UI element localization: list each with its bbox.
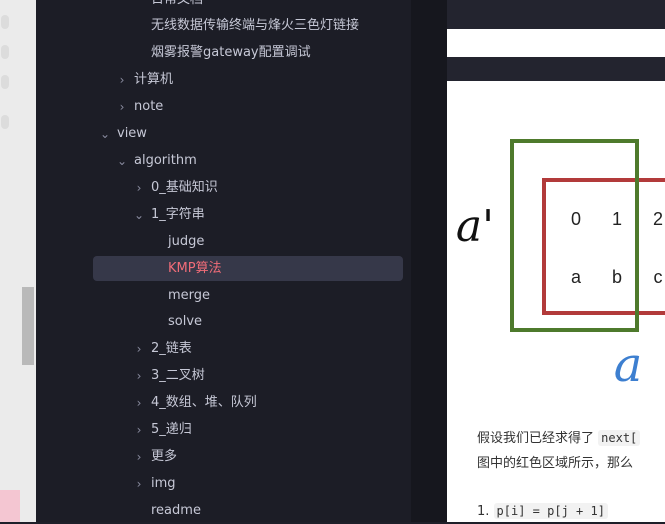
sidebar-item[interactable]: › 更多 (137, 444, 178, 470)
sidebar-item[interactable]: ⌄ view (100, 121, 147, 147)
chevron-right-icon[interactable]: › (133, 417, 145, 443)
panel-divider (411, 0, 447, 522)
handwritten-label-left: a' (456, 201, 494, 252)
chevron-down-icon[interactable]: ⌄ (133, 202, 145, 228)
sidebar-item[interactable]: › 2_链表 (137, 336, 192, 362)
chevron-right-icon[interactable]: › (133, 336, 145, 362)
left-panel-strip (0, 0, 36, 522)
sidebar-item[interactable]: 无线数据传输终端与烽火三色灯链接 (151, 13, 359, 39)
sidebar-item-label: note (134, 99, 164, 114)
green-box (510, 139, 639, 332)
sidebar-item-label: readme (151, 503, 201, 518)
sidebar-item-label: merge (168, 288, 211, 303)
sidebar-item-label: 3_二叉树 (151, 368, 205, 383)
sidebar-item[interactable]: merge (168, 283, 210, 309)
cell-r2c1: a (571, 267, 582, 287)
cell-r2c2: b (612, 267, 622, 287)
sidebar-item[interactable]: ⌄ algorithm (117, 148, 197, 174)
chevron-down-icon[interactable]: ⌄ (116, 148, 128, 174)
handwritten-label-bottom: a (614, 337, 643, 393)
sidebar-item[interactable]: ⌄ 1_字符串 (134, 202, 205, 228)
sidebar-item[interactable]: readme (151, 498, 201, 524)
chevron-right-icon[interactable]: › (133, 390, 145, 416)
page-top-strip (447, 29, 665, 57)
chevron-right-icon[interactable]: › (133, 363, 145, 389)
deco-glyph (1, 115, 9, 129)
sidebar-item-label: 无线数据传输终端与烽火三色灯链接 (151, 18, 360, 33)
paragraph-line-2: 图中的红色区域所示，那么 (477, 456, 634, 471)
watermark-logo (0, 490, 20, 522)
cell-r1c3: 2 (653, 209, 663, 229)
sidebar-item[interactable]: KMP算法 (168, 256, 222, 282)
inline-code: next[ (598, 430, 641, 446)
sidebar-item-label: algorithm (134, 153, 197, 168)
sidebar-item[interactable]: 烟雾报警gateway配置调试 (151, 40, 311, 66)
list-number: 1. (477, 504, 490, 519)
sidebar-item[interactable]: › note (120, 94, 164, 120)
cell-r1c2: 1 (612, 209, 622, 229)
document-page: 0 1 2 a b c a' a 假设我们已经求得了 next[ 图中的红色区域… (447, 81, 665, 522)
cell-r2c3: c (654, 267, 663, 287)
sidebar-item-label: 更多 (151, 449, 178, 464)
sidebar-item-label: 1_字符串 (151, 207, 205, 222)
para1-text: 假设我们已经求得了 (477, 431, 595, 446)
chevron-down-icon[interactable]: ⌄ (99, 121, 111, 147)
deco-glyph (1, 75, 9, 89)
chevron-right-icon[interactable]: › (133, 444, 145, 470)
sidebar-item[interactable]: › 3_二叉树 (137, 363, 205, 389)
chevron-right-icon[interactable]: › (116, 67, 128, 93)
sidebar-item-label: KMP算法 (168, 261, 222, 276)
sidebar-item-label: solve (168, 314, 203, 329)
sidebar-item-label: 日常文档 (151, 0, 203, 7)
sidebar-item-label: view (117, 126, 147, 141)
sidebar-item-label: 2_链表 (151, 341, 192, 356)
sidebar-item[interactable]: 日常文档 (151, 0, 203, 13)
chevron-right-icon[interactable]: › (133, 471, 145, 497)
chevron-right-icon[interactable]: › (133, 175, 145, 201)
deco-glyph (1, 15, 9, 29)
sidebar-item[interactable]: › 5_递归 (137, 417, 192, 443)
sidebar-item-label: 烟雾报警gateway配置调试 (151, 45, 311, 60)
list-code: p[i] = p[j + 1] (493, 503, 608, 519)
chevron-right-icon[interactable]: › (116, 94, 128, 120)
sidebar-item-label: 0_基础知识 (151, 180, 218, 195)
active-row-highlight (93, 256, 403, 281)
scrollbar-thumb[interactable] (22, 287, 34, 365)
sidebar-item[interactable]: › 计算机 (120, 67, 174, 93)
sidebar-item[interactable]: › img (137, 471, 176, 497)
sidebar-item[interactable]: › 0_基础知识 (137, 175, 218, 201)
document-view: 0 1 2 a b c a' a 假设我们已经求得了 next[ 图中的红色区域… (447, 0, 665, 522)
sidebar-item-label: img (151, 476, 176, 491)
sidebar-item-label: judge (168, 234, 205, 249)
list-item-1: 1. p[i] = p[j + 1] (477, 500, 665, 523)
sidebar-item[interactable]: solve (168, 309, 202, 335)
paragraph-line-1: 假设我们已经求得了 next[ (477, 427, 665, 450)
deco-glyph (1, 45, 9, 59)
red-box (542, 178, 665, 315)
sidebar-item[interactable]: › 4_数组、堆、队列 (137, 390, 257, 416)
cell-r1c1: 0 (571, 209, 581, 229)
sidebar-item-label: 5_递归 (151, 422, 192, 437)
sidebar-item-label: 计算机 (134, 72, 174, 87)
sidebar-item[interactable]: judge (168, 229, 204, 255)
sidebar-item-label: 4_数组、堆、队列 (151, 395, 257, 410)
